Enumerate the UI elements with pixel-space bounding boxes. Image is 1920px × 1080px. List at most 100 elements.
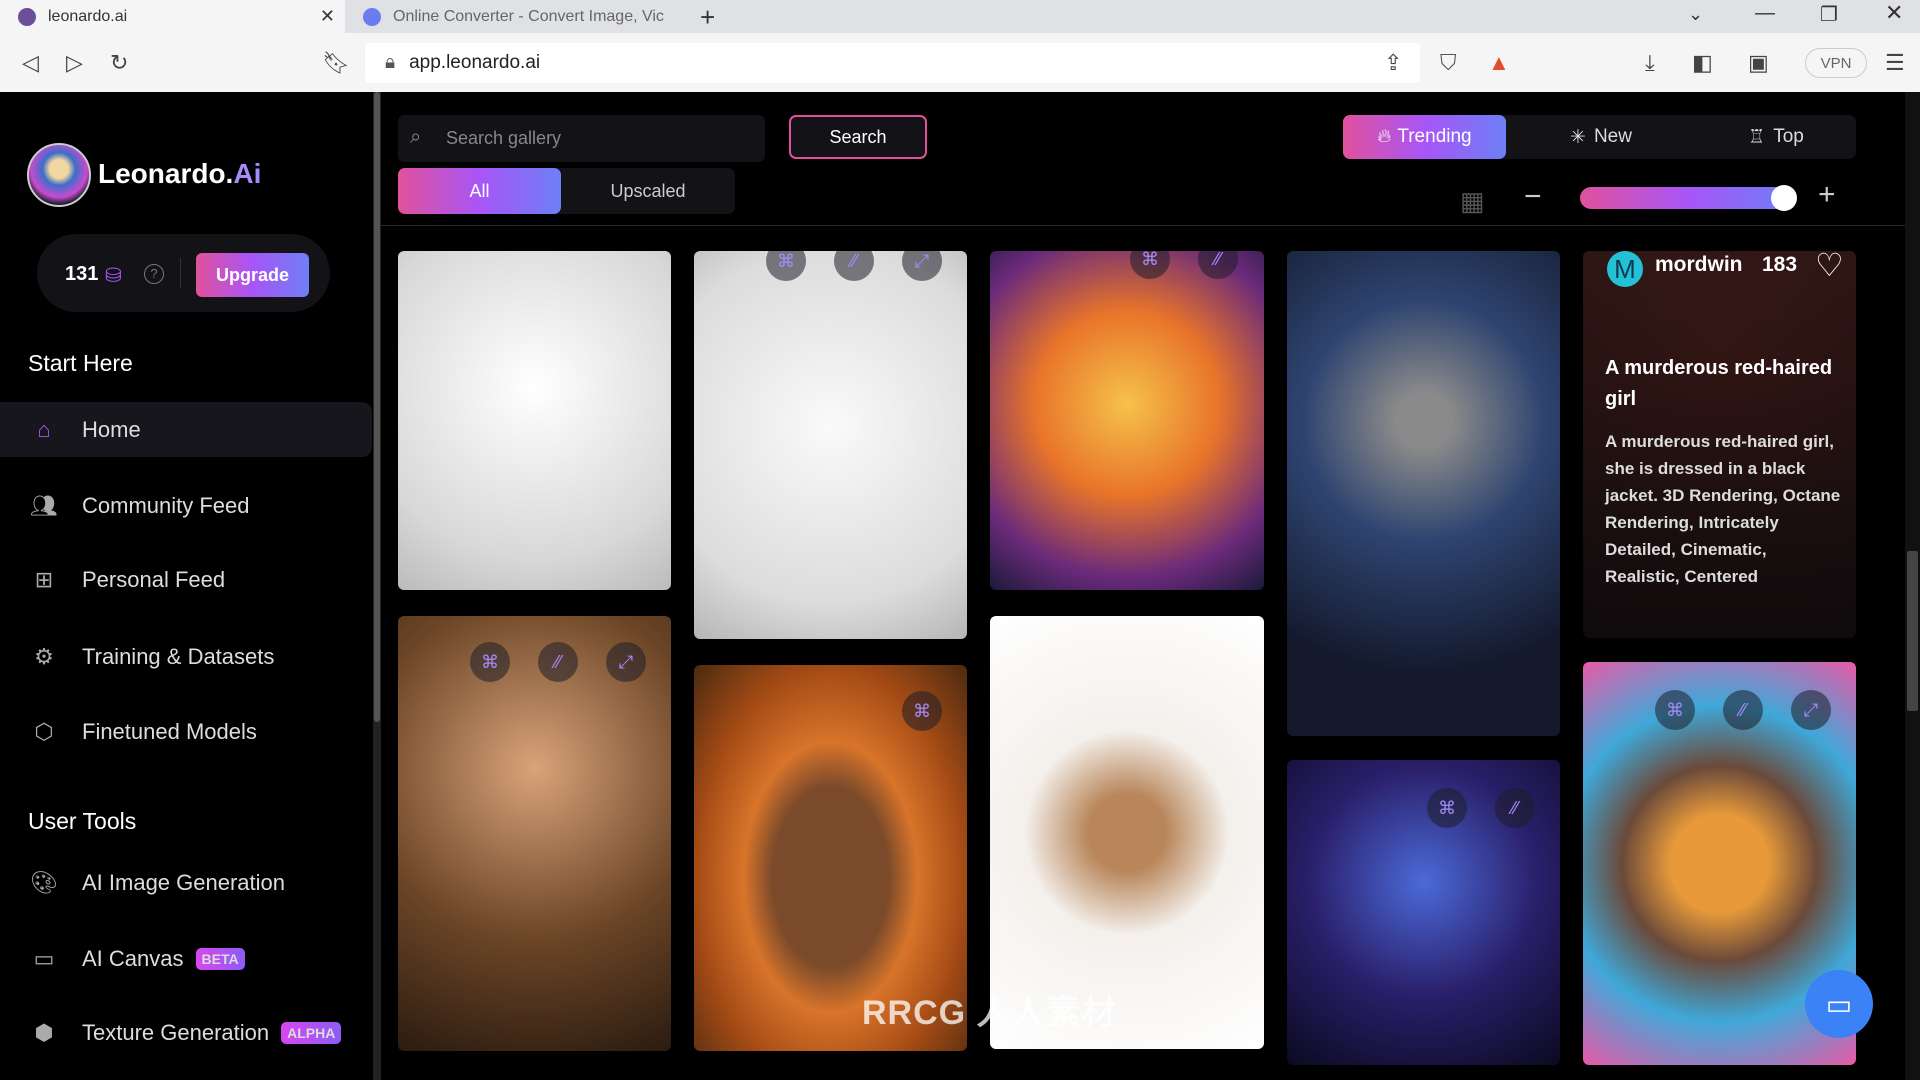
filter-upscaled[interactable]: Upscaled [561,168,735,214]
gallery-image-armored-cat[interactable] [1287,251,1560,736]
coins-icon: ⛁ [105,265,122,287]
texture-icon: ⬢ [34,1019,54,1045]
lock-icon: 🔒︎ [385,52,396,73]
url-text: app.leonardo.ai [409,52,541,73]
gallery-image-purple-forest[interactable]: ⌘ ⁄⁄ [1287,760,1560,1065]
brain-icon: ⚙ [34,643,54,669]
menu-icon[interactable]: ☰ [1885,50,1905,76]
leonardo-logo [27,143,91,207]
zoom-out-button[interactable]: − [1524,180,1542,214]
gallery-image-halloween-girl[interactable]: ⌘ ⁄⁄ ⤢ [694,251,967,639]
credit-count: 131 [65,263,99,285]
expand-icon[interactable]: ⤢ [902,251,942,281]
remix-icon[interactable]: ⌘ [1427,788,1467,828]
sidebar-item-label: Personal Feed [82,566,226,592]
gallery-image-giraffe[interactable]: ⌘ ⁄⁄ [990,251,1264,590]
sidebar-item-label: AI Image Generation [82,869,286,895]
zoom-slider[interactable] [1580,187,1795,209]
sort-top[interactable]: ♖ Top [1696,115,1856,159]
edit-icon[interactable]: ⁄⁄ [1495,788,1535,828]
leonardo-favicon [18,7,36,26]
sidebar-item-label: AI Canvas [82,945,184,971]
alpha-badge: ALPHA [281,1021,342,1044]
search-icon: ⌕ [410,126,422,148]
minimize-button[interactable]: — [1755,2,1775,25]
sidebar-item-ai-canvas[interactable]: ▭ AI Canvas BETA [0,931,372,986]
download-icon[interactable]: ⤓ [1645,50,1655,76]
bookmark-icon[interactable]: 🔖︎ [322,50,350,76]
trophy-icon: ♖ [1748,126,1766,148]
sidebar-item-label: Training & Datasets [82,643,275,669]
section-start-here: Start Here [28,350,133,376]
remix-icon[interactable]: ⌘ [1655,690,1695,730]
gallery-image-warrior-woman[interactable]: ⌘ ⁄⁄ ⤢ [398,616,671,1051]
zoom-slider-handle[interactable] [1771,185,1797,211]
help-icon[interactable]: ? [144,264,164,284]
users-icon: 👥︎ [30,492,58,518]
wallet-icon[interactable]: ▣ [1748,50,1769,76]
sidebar-item-ai-image-generation[interactable]: 🎨︎ AI Image Generation [0,855,372,910]
easel-icon: ▭ [33,945,55,971]
sidebar-item-finetuned-models[interactable]: ⬡ Finetuned Models [0,704,372,759]
flame-icon: 🔥︎ [1377,126,1392,147]
edit-icon[interactable]: ⁄⁄ [1198,251,1238,279]
sidebar-item-home[interactable]: ⌂ Home [0,402,372,457]
username[interactable]: mordwin [1655,253,1743,277]
upgrade-button[interactable]: Upgrade [196,253,309,297]
sort-label: Top [1773,126,1804,147]
edit-icon[interactable]: ⁄⁄ [538,642,578,682]
sidebar-item-label: Texture Generation [82,1019,270,1045]
heart-icon[interactable]: ♡ [1815,246,1844,284]
gallery-image-kitten-sketch[interactable] [398,251,671,590]
remix-icon[interactable]: ⌘ [470,642,510,682]
chat-support-button[interactable]: ▭ [1805,970,1873,1038]
watermark-text: RRCG 人人素材 [862,994,1117,1032]
user-avatar[interactable]: M [1607,251,1643,287]
tab-list-icon[interactable]: ⌄ [1688,4,1703,25]
sidebar-item-texture-generation[interactable]: ⬢ Texture Generation ALPHA [0,1005,372,1060]
converter-favicon [363,7,381,26]
address-bar[interactable]: 🔒︎ app.leonardo.ai [365,43,1420,83]
brave-shield-icon[interactable]: ⛉ [1440,50,1457,76]
sidebar-item-training[interactable]: ⚙ Training & Datasets [0,629,372,684]
back-icon[interactable]: ◁ [22,50,39,76]
restore-button[interactable]: ❐ [1820,2,1838,27]
remix-icon[interactable]: ⌘ [1130,251,1170,279]
remix-icon[interactable]: ⌘ [766,251,806,281]
divider [180,258,181,288]
remix-icon[interactable]: ⌘ [902,691,942,731]
sidebar-scrollbar[interactable] [373,92,381,1080]
zoom-in-button[interactable]: + [1818,178,1836,212]
image-title: A murderous red-haired girl [1605,357,1833,410]
expand-icon[interactable]: ⤢ [1791,690,1831,730]
sort-label: Trending [1397,126,1472,147]
palette-icon: 🎨︎ [30,869,58,895]
cube-icon: ⬡ [34,718,54,744]
search-button[interactable]: Search [789,115,927,159]
sort-trending[interactable]: 🔥︎ Trending [1343,115,1506,159]
grid-layout-icon[interactable]: ▦ [1460,186,1485,217]
close-tab-icon[interactable]: ✕ [320,6,335,27]
sort-label: New [1593,126,1632,147]
beta-badge: BETA [195,947,245,970]
sort-new[interactable]: ✳ New [1506,115,1696,159]
edit-icon[interactable]: ⁄⁄ [834,251,874,281]
browser-tab-converter[interactable]: Online Converter - Convert Image, Vic [345,0,675,33]
sidebar-item-personal-feed[interactable]: ⊞ Personal Feed [0,552,372,607]
share-icon[interactable]: ⇪ [1384,50,1402,76]
browser-tab-leonardo[interactable]: leonardo.ai ✕ [0,0,345,33]
page-scrollbar-thumb[interactable] [1907,551,1918,711]
edit-icon[interactable]: ⁄⁄ [1723,690,1763,730]
expand-icon[interactable]: ⤢ [606,642,646,682]
forward-icon[interactable]: ▷ [66,50,83,76]
brave-rewards-icon[interactable]: ▲ [1488,50,1510,76]
sidebar-item-label: Home [82,416,141,442]
new-tab-button[interactable]: + [700,2,715,33]
vpn-button[interactable]: VPN [1805,48,1867,78]
close-window-button[interactable]: ✕ [1885,0,1903,26]
reload-icon[interactable]: ↻ [110,50,128,76]
filter-all[interactable]: All [398,168,561,214]
sidebar-item-community-feed[interactable]: 👥︎ Community Feed [0,478,372,533]
search-input[interactable]: Search gallery [398,115,765,162]
sidebar-toggle-icon[interactable]: ◧ [1692,50,1713,76]
